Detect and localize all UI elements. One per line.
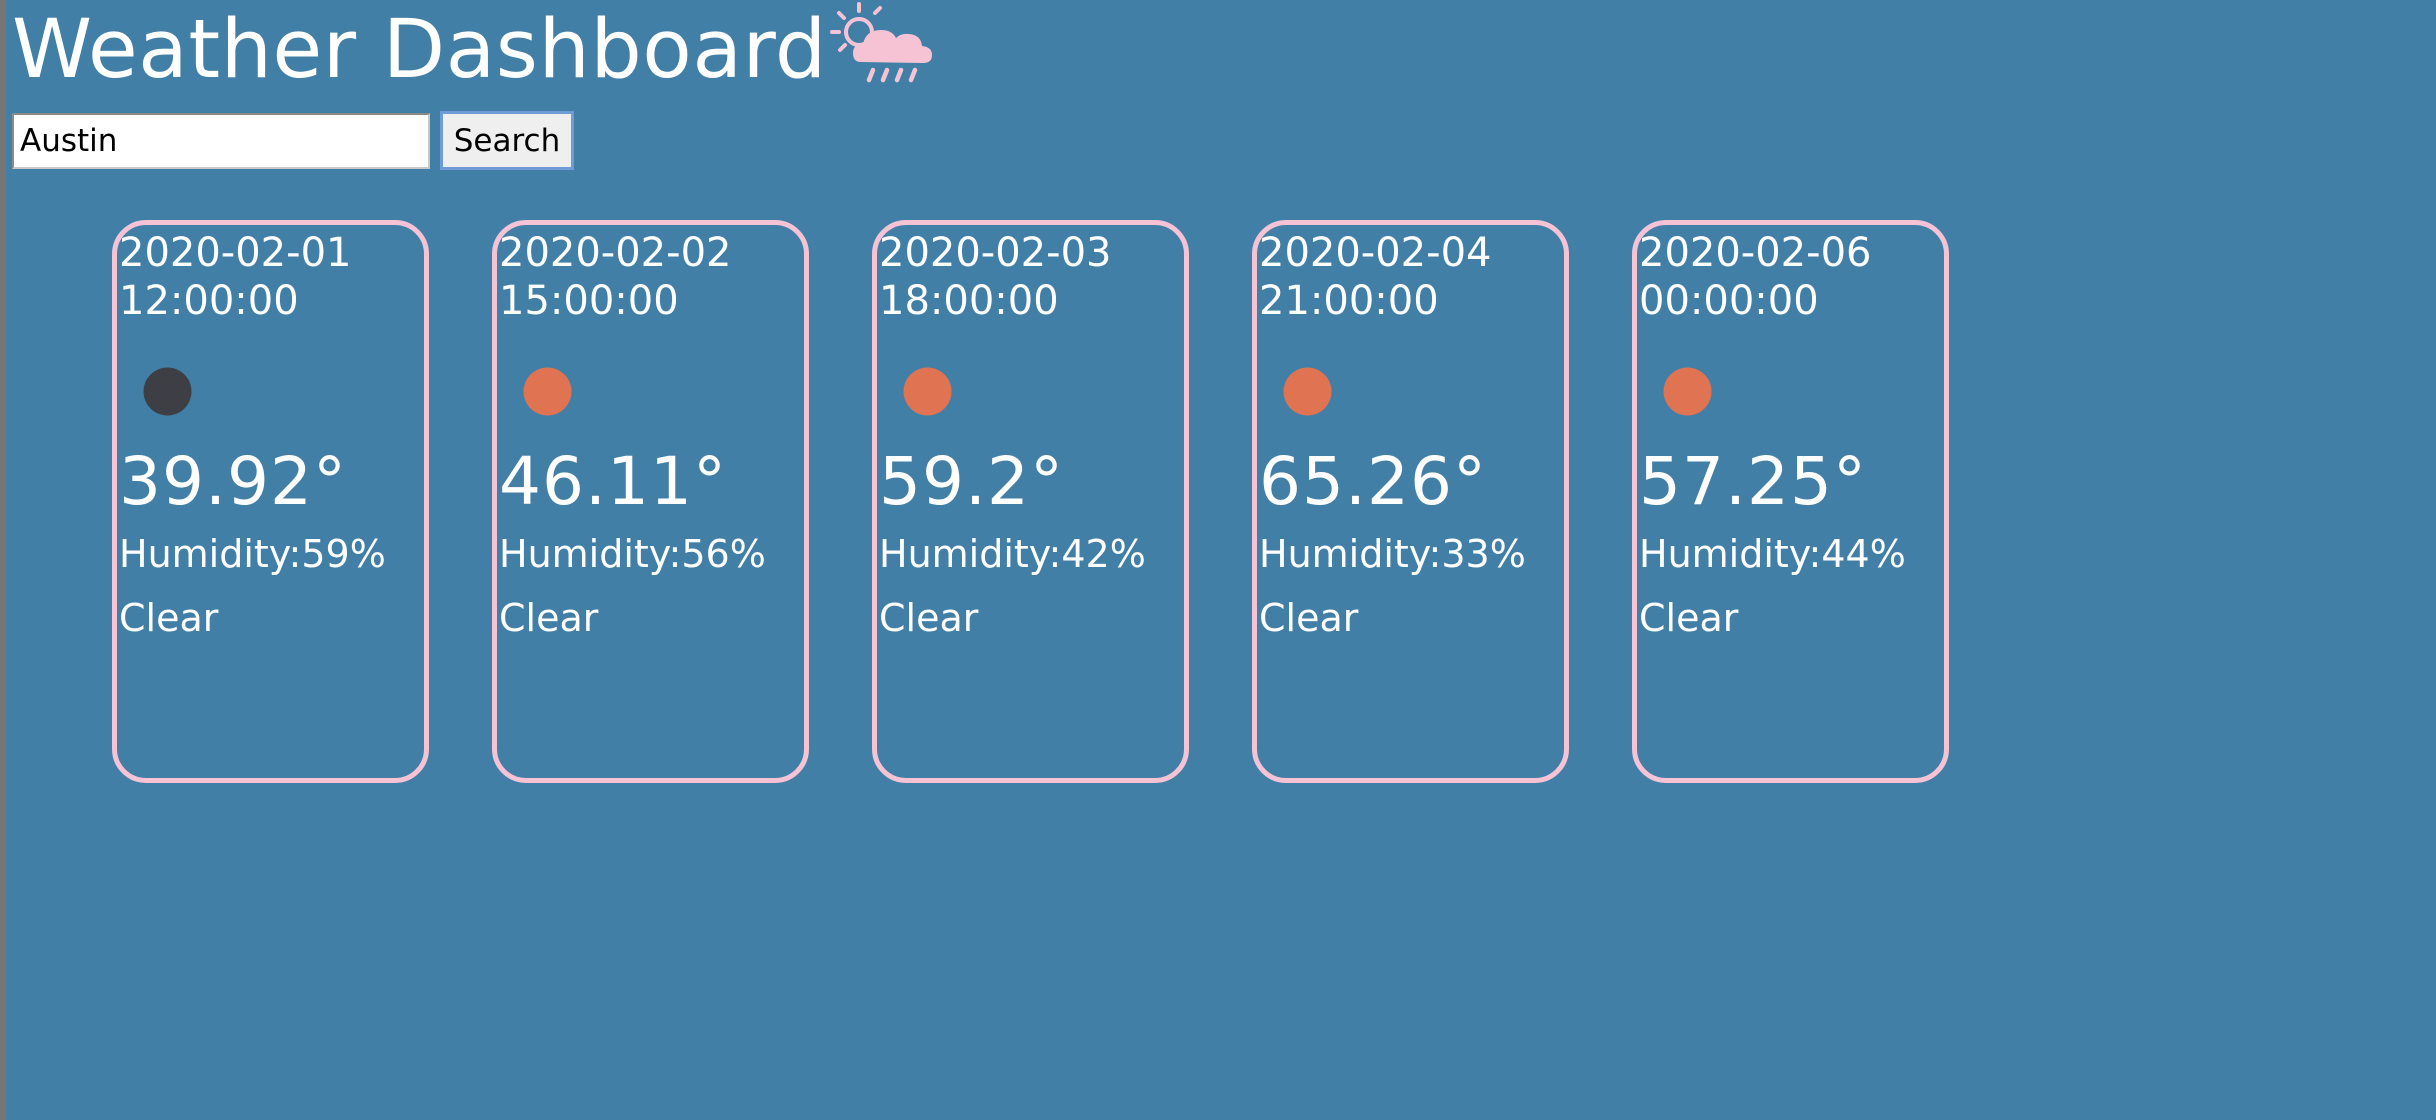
moon-icon — [143, 367, 192, 416]
forecast-humidity: Humidity:44% — [1639, 532, 1906, 576]
forecast-temperature: 57.25° — [1639, 443, 1867, 520]
forecast-card: 2020-02-01 12:00:00 39.92° Humidity:59% … — [112, 220, 429, 783]
page-title: Weather Dashboard — [12, 3, 827, 97]
forecast-datetime: 2020-02-04 21:00:00 — [1259, 229, 1559, 325]
forecast-card: 2020-02-06 00:00:00 57.25° Humidity:44% … — [1632, 220, 1949, 783]
forecast-datetime: 2020-02-01 12:00:00 — [119, 229, 419, 325]
forecast-time: 15:00:00 — [499, 278, 679, 324]
sun-icon — [903, 367, 952, 416]
forecast-datetime: 2020-02-02 15:00:00 — [499, 229, 799, 325]
forecast-condition: Clear — [879, 596, 979, 640]
forecast-date: 2020-02-03 — [879, 230, 1112, 276]
forecast-card: 2020-02-03 18:00:00 59.2° Humidity:42% C… — [872, 220, 1189, 783]
forecast-humidity: Humidity:42% — [879, 532, 1146, 576]
forecast-condition: Clear — [499, 596, 599, 640]
forecast-time: 21:00:00 — [1259, 278, 1439, 324]
forecast-humidity: Humidity:56% — [499, 532, 766, 576]
forecast-card: 2020-02-02 15:00:00 46.11° Humidity:56% … — [492, 220, 809, 783]
forecast-date: 2020-02-01 — [119, 230, 352, 276]
city-search-input[interactable] — [12, 112, 430, 169]
sun-icon — [523, 367, 572, 416]
forecast-condition: Clear — [1639, 596, 1739, 640]
forecast-condition: Clear — [119, 596, 219, 640]
sun-behind-rain-cloud-icon — [829, 1, 932, 82]
forecast-temperature: 39.92° — [119, 443, 347, 520]
forecast-temperature: 59.2° — [879, 443, 1064, 520]
sun-icon — [1663, 367, 1712, 416]
forecast-card: 2020-02-04 21:00:00 65.26° Humidity:33% … — [1252, 220, 1569, 783]
forecast-datetime: 2020-02-06 00:00:00 — [1639, 229, 1939, 325]
forecast-temperature: 46.11° — [499, 443, 727, 520]
forecast-humidity: Humidity:33% — [1259, 532, 1526, 576]
forecast-time: 12:00:00 — [119, 278, 299, 324]
header: Weather Dashboard — [12, 0, 939, 100]
sun-icon — [1283, 367, 1332, 416]
page-background: Weather Dashboard Austin Search 2020-02-… — [6, 0, 2436, 1120]
forecast-datetime: 2020-02-03 18:00:00 — [879, 229, 1179, 325]
forecast-date: 2020-02-06 — [1639, 230, 1872, 276]
search-bar: Search — [12, 111, 574, 170]
forecast-time: 00:00:00 — [1639, 278, 1819, 324]
forecast-condition: Clear — [1259, 596, 1359, 640]
forecast-temperature: 65.26° — [1259, 443, 1487, 520]
forecast-date: 2020-02-04 — [1259, 230, 1492, 276]
forecast-humidity: Humidity:59% — [119, 532, 386, 576]
forecast-time: 18:00:00 — [879, 278, 1059, 324]
search-button[interactable]: Search — [440, 111, 574, 170]
forecast-date: 2020-02-02 — [499, 230, 732, 276]
forecast-cards: 2020-02-01 12:00:00 39.92° Humidity:59% … — [112, 220, 2012, 783]
